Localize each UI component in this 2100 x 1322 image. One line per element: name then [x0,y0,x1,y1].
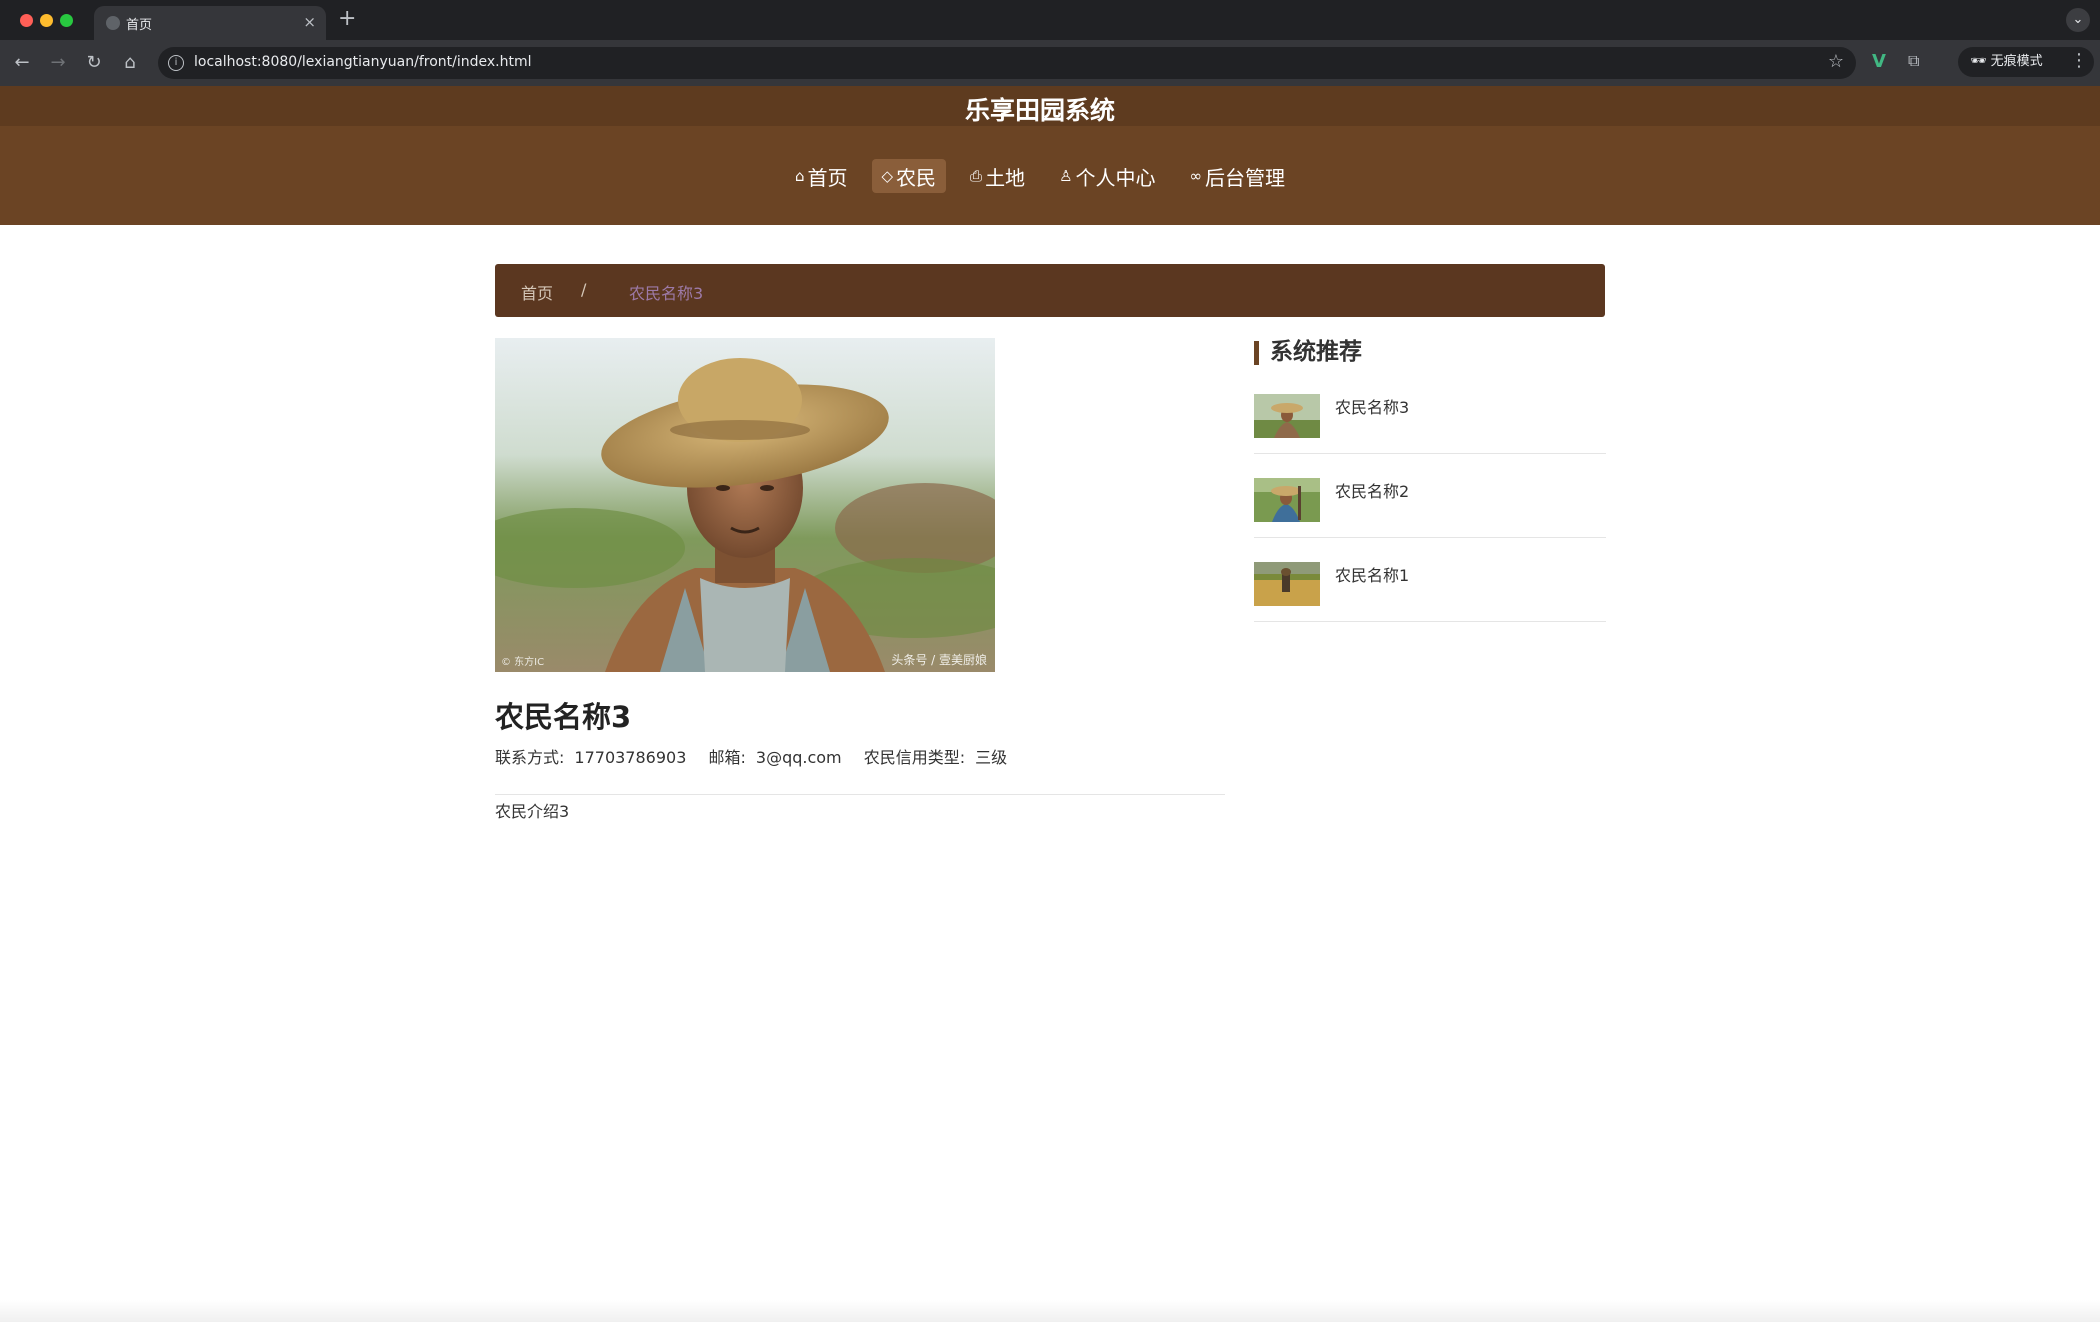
maximize-window-button[interactable] [60,14,73,27]
site-title-bar: 乐享田园系统 [0,86,2100,126]
nav-label: 后台管理 [1205,165,1286,190]
nav-label: 土地 [985,165,1026,190]
tag-icon: ◇ [881,167,894,185]
printer-icon: ⎙ [970,167,983,185]
browser-tab[interactable]: 首页 × [94,6,326,40]
credit-label: 农民信用类型: [863,748,966,767]
back-icon[interactable]: ← [10,51,34,75]
recommend-item[interactable]: 农民名称1 [1254,538,1606,622]
recommend-name[interactable]: 农民名称3 [1335,394,1409,418]
email-value: 3@qq.com [755,748,842,767]
incognito-icon: 🕶 [1970,54,1987,69]
farmer-thumbnail-image [1254,478,1320,522]
field-thumbnail-image [1254,562,1320,606]
breadcrumb-separator: / [581,280,587,299]
recommend-item[interactable]: 农民名称3 [1254,370,1606,454]
farmer-photo: © 东方IC 头条号 / 壹美厨娘 [495,338,995,672]
photo-watermark-left: © 东方IC [501,657,545,668]
home-icon: ⌂ [794,167,805,185]
contact-value: 17703786903 [574,748,687,767]
nav-label: 首页 [807,165,848,190]
recommend-thumbnail[interactable] [1254,562,1320,606]
site-info-icon[interactable]: i [168,55,184,71]
nav-item-land[interactable]: ⎙ 土地 [960,159,1035,193]
recommend-name[interactable]: 农民名称2 [1335,478,1409,502]
close-tab-icon[interactable]: × [303,13,316,31]
globe-icon [106,16,120,30]
photo-watermark-right: 头条号 / 壹美厨娘 [891,653,987,667]
new-tab-button[interactable]: + [338,6,356,31]
browser-toolbar: ← → ↻ ⌂ i localhost:8080/lexiangtianyuan… [0,40,2100,86]
nav-label: 个人中心 [1075,165,1156,190]
vue-devtools-icon[interactable]: V [1872,51,1886,72]
breadcrumb-current: 农民名称3 [629,284,704,303]
tab-title: 首页 [126,18,153,33]
minimize-window-button[interactable] [40,14,53,27]
recommend-name[interactable]: 农民名称1 [1335,562,1409,586]
email-label: 邮箱: [708,748,746,767]
nav-item-profile[interactable]: ♙ 个人中心 [1049,159,1165,193]
recommend-item[interactable]: 农民名称2 [1254,454,1606,538]
breadcrumb: 首页 / 农民名称3 [495,264,1605,317]
farmer-thumbnail-image [1254,394,1320,438]
farmer-name-title: 农民名称3 [495,700,632,734]
nav-item-admin[interactable]: ∞ 后台管理 [1180,159,1296,193]
incognito-label: 无痕模式 [1990,54,2043,69]
farmer-intro: 农民介绍3 [495,802,570,821]
nav-item-home[interactable]: ⌂ 首页 [785,159,858,193]
extensions-icon[interactable]: ⧉ [1908,51,1919,71]
breadcrumb-home-link[interactable]: 首页 [521,280,553,304]
tab-search-button[interactable]: ⌄ [2066,8,2090,32]
browser-menu-icon[interactable]: ⋮ [2070,50,2088,71]
close-window-button[interactable] [20,14,33,27]
credit-value: 三级 [975,748,1008,767]
detail-divider [495,794,1225,795]
window-bottom-edge [0,1300,2100,1322]
home-browser-icon[interactable]: ⌂ [118,51,142,75]
recommend-sidebar: 系统推荐 农民名称3 农民名称2 农民名称1 [1254,336,1606,622]
address-bar[interactable]: i localhost:8080/lexiangtianyuan/front/i… [158,47,1856,79]
user-icon: ♙ [1059,167,1073,185]
nav-item-farmer[interactable]: ◇ 农民 [871,159,947,193]
contact-label: 联系方式: [495,748,565,767]
browser-tab-bar: 首页 × + ⌄ [0,0,2100,40]
site-title: 乐享田园系统 [964,96,1115,125]
nav-label: 农民 [896,165,937,190]
bookmark-star-icon[interactable]: ☆ [1828,51,1844,72]
farmer-meta: 联系方式: 17703786903 邮箱: 3@qq.com 农民信用类型: 三级 [495,744,1024,768]
link-icon: ∞ [1189,167,1203,185]
reload-icon[interactable]: ↻ [82,51,106,75]
url-text[interactable]: localhost:8080/lexiangtianyuan/front/ind… [194,54,532,70]
site-header: 乐享田园系统 ⌂ 首页 ◇ 农民 ⎙ 土地 ♙ 个人中心 ∞ 后台管理 [0,86,2100,225]
recommend-thumbnail[interactable] [1254,394,1320,438]
recommend-thumbnail[interactable] [1254,478,1320,522]
main-nav: ⌂ 首页 ◇ 农民 ⎙ 土地 ♙ 个人中心 ∞ 后台管理 [0,159,2080,193]
forward-icon[interactable]: → [46,51,70,75]
farmer-portrait-image [495,338,995,672]
sidebar-title: 系统推荐 [1254,336,1606,370]
